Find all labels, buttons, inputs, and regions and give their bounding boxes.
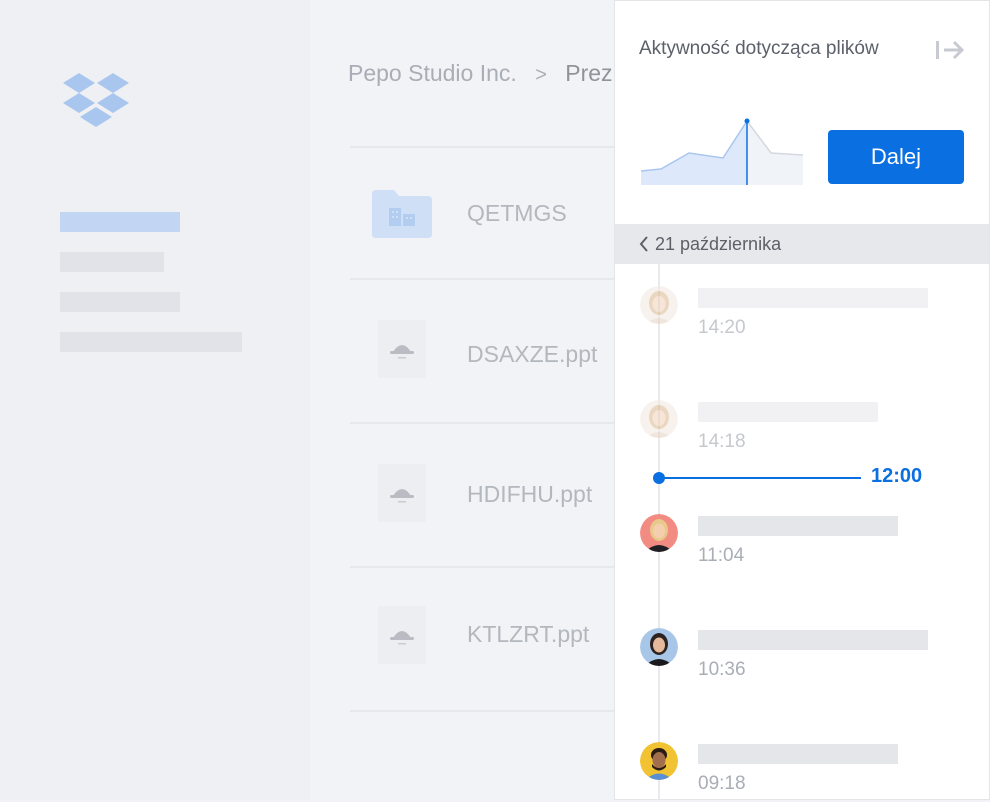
avatar — [640, 286, 678, 324]
avatar — [640, 628, 678, 666]
divider — [350, 422, 615, 424]
activity-entry[interactable]: 11:04 — [615, 514, 989, 574]
avatar — [640, 742, 678, 780]
breadcrumb: Pepo Studio Inc. > Prez — [348, 60, 613, 87]
activity-time: 09:18 — [698, 773, 746, 794]
avatar — [640, 514, 678, 552]
collapse-panel-icon[interactable] — [935, 39, 965, 61]
current-time-label: 12:00 — [871, 465, 923, 487]
file-browser: Pepo Studio Inc. > Prez QETMGS DSAXZE.pp… — [310, 0, 615, 800]
activity-time: 10:36 — [698, 659, 746, 680]
presentation-file-icon[interactable] — [378, 320, 426, 378]
breadcrumb-current[interactable]: Prez — [565, 60, 612, 86]
divider — [350, 146, 615, 148]
chevron-left-icon[interactable] — [639, 224, 649, 264]
divider — [350, 278, 615, 280]
activity-entry[interactable]: 10:36 — [615, 628, 989, 688]
activity-description-placeholder — [698, 288, 928, 308]
activity-time: 11:04 — [698, 545, 745, 566]
activity-description-placeholder — [698, 516, 898, 536]
dropbox-logo-icon[interactable] — [63, 72, 129, 128]
sidebar-item-placeholder[interactable] — [60, 292, 180, 312]
divider — [350, 710, 615, 712]
current-time-line — [659, 477, 861, 479]
presentation-file-icon[interactable] — [378, 464, 426, 522]
activity-entry[interactable]: 14:20 — [615, 286, 989, 346]
file-name[interactable]: HDIFHU.ppt — [467, 481, 592, 508]
activity-time: 14:20 — [698, 317, 746, 338]
activity-time: 14:18 — [698, 431, 746, 452]
activity-entry[interactable]: 14:18 — [615, 400, 989, 460]
avatar — [640, 400, 678, 438]
sidebar-item-placeholder-active[interactable] — [60, 212, 180, 232]
file-name[interactable]: QETMGS — [467, 200, 567, 227]
presentation-file-icon[interactable] — [378, 606, 426, 664]
divider — [350, 566, 615, 568]
file-name[interactable]: KTLZRT.ppt — [467, 621, 589, 648]
sidebar-item-placeholder[interactable] — [60, 332, 242, 352]
folder-icon[interactable] — [372, 190, 432, 238]
sidebar — [0, 0, 310, 800]
breadcrumb-separator: > — [535, 64, 547, 86]
file-activity-panel: Aktywność dotycząca plików Dalej 21 paźd… — [614, 0, 990, 800]
activity-entry[interactable]: 09:18 — [615, 742, 989, 802]
date-navigator[interactable]: 21 października — [615, 224, 989, 264]
activity-date: 21 października — [655, 234, 782, 254]
activity-description-placeholder — [698, 630, 928, 650]
next-button[interactable]: Dalej — [828, 130, 964, 184]
sidebar-item-placeholder[interactable] — [60, 252, 164, 272]
activity-description-placeholder — [698, 744, 898, 764]
breadcrumb-parent[interactable]: Pepo Studio Inc. — [348, 60, 517, 86]
current-time-marker: 12:00 — [615, 465, 989, 489]
activity-sparkline — [641, 118, 804, 185]
activity-description-placeholder — [698, 402, 878, 422]
file-name[interactable]: DSAXZE.ppt — [467, 341, 597, 368]
panel-title: Aktywność dotycząca plików — [639, 38, 879, 59]
